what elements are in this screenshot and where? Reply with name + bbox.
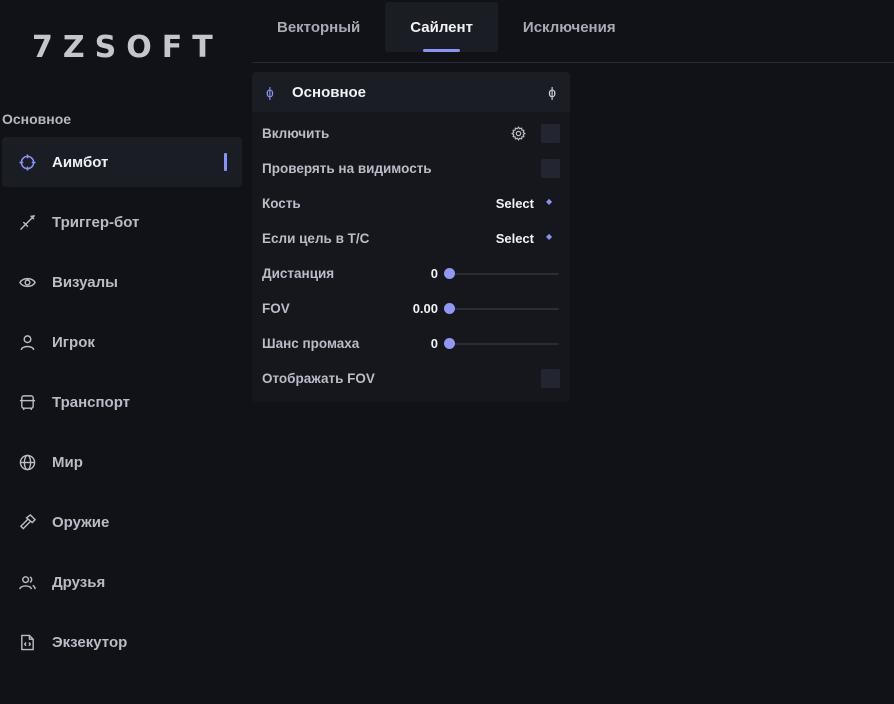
hammer-icon xyxy=(18,513,36,531)
tab-label: Исключения xyxy=(522,18,616,36)
app-logo: 7ZSOFT xyxy=(32,30,223,65)
sidebar-item-label: Экзекутор xyxy=(52,633,128,651)
row-visibility-check: Проверять на видимость xyxy=(252,151,570,186)
panel-title: Основное xyxy=(292,83,367,101)
sidebar-item-friends[interactable]: Друзья xyxy=(2,557,242,607)
miss-chance-value: 0 xyxy=(430,336,438,351)
tab-label: Сайлент xyxy=(410,18,473,36)
row-label: Если цель в T/C xyxy=(262,231,370,246)
eye-icon xyxy=(18,273,36,291)
panel-header: ɸ Основное ɸ xyxy=(252,72,570,112)
distance-value: 0 xyxy=(430,266,438,281)
row-label: Дистанция xyxy=(262,266,335,281)
fov-slider[interactable] xyxy=(444,303,559,314)
car-icon xyxy=(18,393,36,411)
crosshair-icon xyxy=(18,153,36,171)
row-fov: FOV 0.00 xyxy=(252,291,570,326)
sidebar-item-label: Игрок xyxy=(52,333,95,351)
row-label: Проверять на видимость xyxy=(262,161,432,176)
settings-panel: ɸ Основное ɸ Включить Проверять на видим… xyxy=(252,72,570,402)
bone-select[interactable]: Select xyxy=(496,196,534,211)
row-label: Отображать FOV xyxy=(262,371,375,386)
users-icon xyxy=(18,573,36,591)
row-label: Шанс промаха xyxy=(262,336,360,351)
sidebar-item-visuals[interactable]: Визуалы xyxy=(2,257,242,307)
sidebar: Аимбот Триггер-бот Визуалы Игрок Транспо… xyxy=(2,137,242,677)
sidebar-item-label: Транспорт xyxy=(52,393,131,411)
distance-slider[interactable] xyxy=(444,268,559,279)
sword-icon xyxy=(18,213,36,231)
slider-thumb[interactable] xyxy=(444,303,455,314)
user-icon xyxy=(18,333,36,351)
slider-thumb[interactable] xyxy=(444,268,455,279)
tab-bar: Векторный Сайлент Исключения xyxy=(252,2,641,52)
row-target-tc: Если цель в T/C Select ◆ xyxy=(252,221,570,256)
row-enable: Включить xyxy=(252,116,570,151)
row-show-fov: Отображать FOV xyxy=(252,361,570,396)
sidebar-item-weapons[interactable]: Оружие xyxy=(2,497,242,547)
gear-icon[interactable] xyxy=(511,126,526,141)
sidebar-item-label: Друзья xyxy=(52,573,106,591)
active-indicator xyxy=(224,153,227,171)
row-label: FOV xyxy=(262,301,290,316)
row-label: Кость xyxy=(262,196,301,211)
sidebar-item-world[interactable]: Мир xyxy=(2,437,242,487)
sidebar-item-label: Мир xyxy=(52,453,83,471)
phi-icon: ɸ xyxy=(266,84,274,100)
sidebar-section-label: Основное xyxy=(2,111,72,127)
sidebar-item-player[interactable]: Игрок xyxy=(2,317,242,367)
collapse-icon[interactable]: ɸ xyxy=(548,84,556,100)
sidebar-item-label: Оружие xyxy=(52,513,110,531)
enable-checkbox[interactable] xyxy=(541,124,560,143)
row-distance: Дистанция 0 xyxy=(252,256,570,291)
sidebar-item-label: Аимбот xyxy=(52,153,109,171)
tab-label: Векторный xyxy=(277,18,361,36)
sidebar-item-aimbot[interactable]: Аимбот xyxy=(2,137,242,187)
sidebar-item-label: Визуалы xyxy=(52,273,118,291)
tab-divider xyxy=(252,62,894,63)
sidebar-item-triggerbot[interactable]: Триггер-бот xyxy=(2,197,242,247)
target-tc-select[interactable]: Select xyxy=(496,231,534,246)
row-miss-chance: Шанс промаха 0 xyxy=(252,326,570,361)
show-fov-checkbox[interactable] xyxy=(541,369,560,388)
miss-chance-slider[interactable] xyxy=(444,338,559,349)
row-label: Включить xyxy=(262,126,330,141)
sidebar-item-transport[interactable]: Транспорт xyxy=(2,377,242,427)
slider-thumb[interactable] xyxy=(444,338,455,349)
dropdown-arrow-icon[interactable]: ◆ xyxy=(546,231,552,243)
tab-vector[interactable]: Векторный xyxy=(252,2,385,52)
sidebar-item-executor[interactable]: Экзекутор xyxy=(2,617,242,667)
dropdown-arrow-icon[interactable]: ◆ xyxy=(546,196,552,208)
tab-exclusions[interactable]: Исключения xyxy=(498,2,641,52)
globe-icon xyxy=(18,453,36,471)
fov-value: 0.00 xyxy=(412,301,438,316)
tab-silent[interactable]: Сайлент xyxy=(385,2,498,52)
visibility-checkbox[interactable] xyxy=(541,159,560,178)
tab-active-underline xyxy=(423,49,460,52)
code-file-icon xyxy=(18,633,36,651)
sidebar-item-label: Триггер-бот xyxy=(52,213,140,231)
row-bone: Кость Select ◆ xyxy=(252,186,570,221)
